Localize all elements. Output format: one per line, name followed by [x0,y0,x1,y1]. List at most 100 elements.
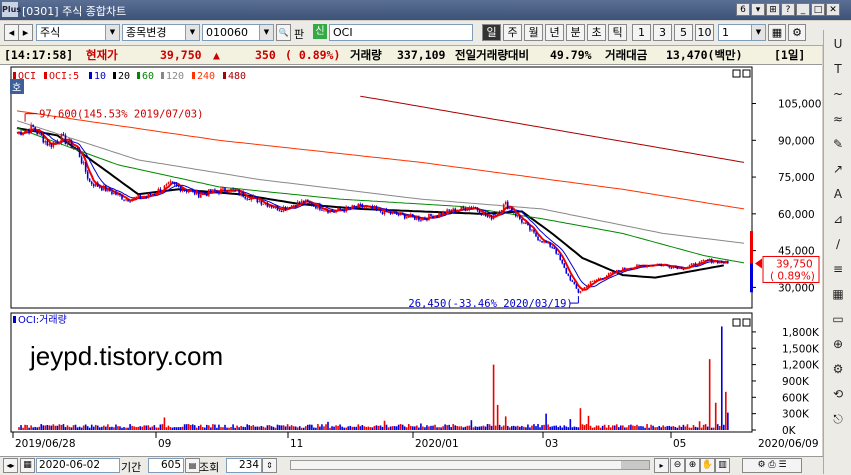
chart-area[interactable]: 호 OCI OCI:5 10 20 60 120 240 480 105,000 90,000 75,… [0,65,822,457]
tab-period-0[interactable]: 일 [482,24,501,41]
stock-code-input[interactable]: 010060 ▼ [202,24,274,41]
sidebar-tool-icon-4[interactable]: ✎ [828,134,848,154]
date-input[interactable]: 2020-06-02 [36,458,120,473]
volume-bar [615,424,618,430]
volume-bar [622,425,624,430]
candle-body [470,207,473,209]
volume-bar [248,425,251,430]
maximize-icon[interactable]: □ [811,3,825,16]
candle-body [155,193,158,195]
view-count-input[interactable]: 234 [226,458,262,473]
interval-button-1[interactable]: 1 [632,24,651,41]
gear-icon[interactable]: ⚙ [788,24,806,41]
settings-tools[interactable]: ⚙ ⎙ ☰ [742,458,802,473]
scroll-left-icon[interactable]: ◂▸ [3,458,18,473]
price-tick-label: 45,000 [778,246,815,258]
volume-bar [498,424,501,430]
scrollbar-thumb[interactable] [621,461,649,469]
sidebar-tool-icon-13[interactable]: ⚙ [828,359,848,379]
candle-body [240,191,242,195]
zoom-out-icon[interactable]: ⊖ [670,458,685,473]
interval-button-5[interactable]: 5 [674,24,693,41]
candle-body [545,240,547,243]
candle-body [696,265,699,267]
next-button[interactable]: ▸ [18,24,33,41]
interval-button-10[interactable]: 10 [695,24,714,41]
candle-body [129,201,131,203]
volume-bar [195,427,198,430]
scroll-right-icon[interactable]: ▸ [654,458,669,473]
volume-bar [349,425,352,430]
candle-body [78,148,81,158]
volume-bar [523,426,525,430]
search-icon[interactable]: 🔍 [276,24,291,41]
tab-period-4[interactable]: 분 [566,24,585,41]
dropdown-icon[interactable]: ▾ [751,3,765,16]
volume-bar [446,425,448,430]
sidebar-tool-icon-9[interactable]: ≡ [828,259,848,279]
spin-icon[interactable]: ⇕ [262,458,277,473]
sidebar-tool-icon-15[interactable]: ⎋ [828,409,848,429]
volume-bar [191,424,194,430]
close-icon[interactable]: ✕ [826,3,840,16]
tab-period-3[interactable]: 년 [545,24,564,41]
volume-bar [246,424,249,430]
volume-bar [395,426,398,430]
sidebar-tool-icon-6[interactable]: A [828,184,848,204]
sidebar-tool-icon-14[interactable]: ⟲ [828,384,848,404]
candle-body [282,206,285,212]
volume-bar [290,425,293,430]
sidebar-tool-icon-8[interactable]: ∕ [828,234,848,254]
volume-bar [718,425,721,430]
candle-body [165,183,168,186]
candle-body [133,196,135,199]
legend-swatch-6 [192,72,195,79]
volume-bar [145,425,148,430]
sidebar-tool-icon-10[interactable]: ▦ [828,284,848,304]
candle-body [626,268,628,270]
prev-button[interactable]: ◂ [4,24,19,41]
stock-change-select[interactable]: 종목변경 ▼ [122,24,200,41]
sidebar-tool-icon-5[interactable]: ↗ [828,159,848,179]
sidebar-tool-icon-2[interactable]: ~ [828,84,848,104]
tab-period-2[interactable]: 월 [524,24,543,41]
candle-body [599,278,602,280]
tab-period-5[interactable]: 초 [587,24,606,41]
credit-badge[interactable]: 신 [313,24,327,39]
volume-bar [448,424,450,430]
hand-icon[interactable]: ✋ [700,458,715,473]
tab-period-6[interactable]: 틱 [608,24,627,41]
screen-number-button[interactable]: 6 [736,3,750,16]
period-input[interactable]: 605 [148,458,184,473]
link-icon[interactable]: ⊞ [766,3,780,16]
minimize-icon[interactable]: _ [796,3,810,16]
sidebar-tool-icon-0[interactable]: U [828,34,848,54]
volume-bar [700,427,703,430]
stock-chart[interactable]: 호OCI OCI:5 10 20 60 120 240 480 105,000 90,000 75,… [0,65,822,457]
volume-bar [298,426,301,430]
tab-period-1[interactable]: 주 [503,24,522,41]
zoom-in-icon[interactable]: ⊕ [685,458,700,473]
bars-icon[interactable]: ▥ [715,458,730,473]
help-icon[interactable]: ? [781,3,795,16]
calendar-icon[interactable]: ▦ [20,458,35,473]
volume-bar [183,424,186,430]
interval-select[interactable]: 1 ▼ [718,24,766,41]
sidebar-tool-icon-11[interactable]: ▭ [828,309,848,329]
volume-bar [492,364,495,430]
horizontal-scrollbar[interactable] [290,460,650,470]
grid-icon[interactable]: ▦ [768,24,786,41]
range-bar-down [750,263,753,293]
price-panel-frame [10,66,753,309]
market-select[interactable]: 주식 ▼ [36,24,120,41]
sidebar-tool-icon-12[interactable]: ⊕ [828,334,848,354]
volume-bar [642,426,644,430]
sidebar-tool-icon-3[interactable]: ≈ [828,109,848,129]
candle-body [101,187,103,191]
sidebar-tool-icon-7[interactable]: ⊿ [828,209,848,229]
candle-body [656,264,658,266]
lookup-icon[interactable]: ▤ [185,458,200,473]
sidebar-tool-icon-1[interactable]: T [828,59,848,79]
interval-button-3[interactable]: 3 [653,24,672,41]
volume-bar [381,426,384,430]
